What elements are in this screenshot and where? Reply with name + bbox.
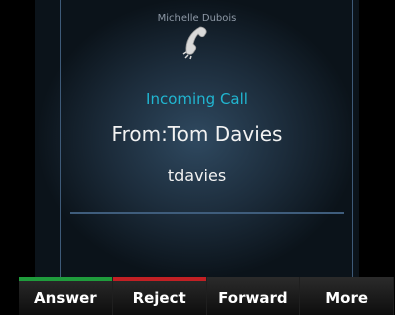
answer-button[interactable]: Answer xyxy=(19,277,113,315)
softkey-bar: Answer Reject Forward More xyxy=(19,277,394,315)
panel-divider xyxy=(70,212,344,214)
forward-button[interactable]: Forward xyxy=(206,277,301,315)
answer-button-label: Answer xyxy=(34,289,97,307)
caller-account: tdavies xyxy=(167,166,227,185)
call-status-title: Incoming Call xyxy=(146,90,248,108)
incoming-call-panel: Michelle Dubois Incoming Call From:Tom D… xyxy=(35,0,359,277)
phone-screen: Michelle Dubois Incoming Call From:Tom D… xyxy=(0,0,395,315)
reject-button[interactable]: Reject xyxy=(112,277,207,315)
answer-accent-bar xyxy=(19,277,112,281)
more-button[interactable]: More xyxy=(300,277,394,315)
caller-from-line: From:Tom Davies xyxy=(111,122,283,146)
forward-button-label: Forward xyxy=(218,289,288,307)
reject-accent-bar xyxy=(112,277,206,281)
line-user-name: Michelle Dubois xyxy=(157,13,237,24)
more-button-label: More xyxy=(325,289,369,307)
handset-icon xyxy=(181,24,211,60)
reject-button-label: Reject xyxy=(132,289,186,307)
